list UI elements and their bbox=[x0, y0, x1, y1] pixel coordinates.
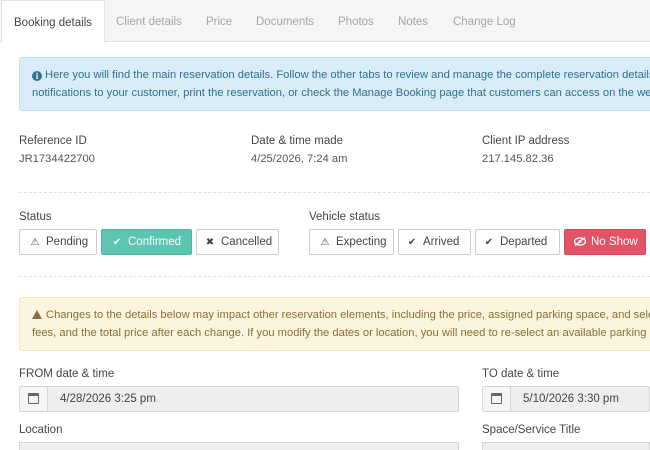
to-date-label: TO date & time bbox=[482, 368, 560, 380]
divider bbox=[19, 192, 650, 193]
divider bbox=[19, 276, 650, 277]
vehicle-arrived-button[interactable]: ✔ Arrived bbox=[398, 229, 471, 255]
tab-change-log[interactable]: Change Log bbox=[453, 0, 516, 42]
tab-documents[interactable]: Documents bbox=[256, 0, 314, 42]
info-text-1: Here you will find the main reservation … bbox=[45, 69, 650, 81]
location-select[interactable] bbox=[19, 442, 459, 450]
warning-line-2: fees, and the total price after each cha… bbox=[32, 326, 650, 339]
tab-bar: Booking details Client details Price Doc… bbox=[0, 0, 650, 43]
location-label: Location bbox=[19, 424, 63, 436]
client-ip-label: Client IP address bbox=[482, 135, 570, 147]
info-line-2: notifications to your customer, print th… bbox=[32, 86, 650, 99]
calendar-addon[interactable] bbox=[483, 387, 511, 411]
vehicle-expecting-label: Expecting bbox=[336, 236, 387, 248]
vehicle-status-label: Vehicle status bbox=[309, 211, 380, 223]
warning-line-1: Changes to the details below may impact … bbox=[32, 307, 650, 325]
warning-text-1: Changes to the details below may impact … bbox=[46, 309, 650, 321]
vehicle-departed-button[interactable]: ✔ Departed bbox=[475, 229, 560, 255]
reference-id-value: JR1734422700 bbox=[19, 153, 95, 165]
warning-alert: Changes to the details below may impact … bbox=[19, 297, 650, 351]
warning-icon: ⚠ bbox=[30, 237, 40, 248]
tab-booking-details[interactable]: Booking details bbox=[1, 0, 105, 43]
calendar-icon bbox=[491, 393, 502, 404]
vehicle-departed-label: Departed bbox=[500, 236, 548, 248]
vehicle-expecting-button[interactable]: ⚠ Expecting bbox=[309, 229, 394, 255]
tab-photos[interactable]: Photos bbox=[338, 0, 374, 42]
vehicle-no-show-label: No Show bbox=[591, 236, 638, 248]
from-date-label: FROM date & time bbox=[19, 368, 115, 380]
from-date-input[interactable]: 4/28/2026 3:25 pm bbox=[19, 386, 459, 412]
check-icon: ✔ bbox=[112, 237, 122, 248]
from-date-value: 4/28/2026 3:25 pm bbox=[60, 393, 156, 405]
vehicle-arrived-label: Arrived bbox=[423, 236, 460, 248]
space-title-label: Space/Service Title bbox=[482, 424, 581, 436]
status-cancelled-button[interactable]: ✖ Cancelled bbox=[196, 229, 279, 255]
check-icon: ✔ bbox=[484, 237, 494, 248]
warning-icon bbox=[32, 310, 42, 319]
calendar-addon[interactable] bbox=[20, 387, 48, 411]
close-icon: ✖ bbox=[205, 237, 215, 248]
info-line-1: i Here you will find the main reservation… bbox=[32, 67, 650, 85]
status-pending-button[interactable]: ⚠ Pending bbox=[19, 229, 97, 255]
tab-notes[interactable]: Notes bbox=[398, 0, 428, 42]
date-made-label: Date & time made bbox=[251, 135, 344, 147]
tab-price[interactable]: Price bbox=[206, 0, 232, 42]
status-cancelled-label: Cancelled bbox=[221, 236, 273, 248]
status-label: Status bbox=[19, 211, 52, 223]
info-alert: i Here you will find the main reservation… bbox=[19, 57, 650, 111]
date-made-value: 4/25/2026, 7:24 am bbox=[251, 153, 348, 165]
client-ip-value: 217.145.82.36 bbox=[482, 153, 554, 165]
vehicle-no-show-button[interactable]: No Show bbox=[564, 229, 646, 255]
status-pending-label: Pending bbox=[46, 236, 89, 248]
warning-icon: ⚠ bbox=[320, 237, 330, 248]
eye-slash-icon bbox=[573, 231, 587, 255]
info-icon: i bbox=[32, 71, 42, 81]
to-date-input[interactable]: 5/10/2026 3:30 pm bbox=[482, 386, 650, 412]
reference-id-label: Reference ID bbox=[19, 135, 87, 147]
to-date-value: 5/10/2026 3:30 pm bbox=[523, 393, 619, 405]
status-confirmed-label: Confirmed bbox=[128, 236, 182, 248]
calendar-icon bbox=[28, 393, 39, 404]
space-select[interactable] bbox=[482, 442, 650, 450]
status-confirmed-button[interactable]: ✔ Confirmed bbox=[101, 229, 192, 255]
tab-client-details[interactable]: Client details bbox=[116, 0, 182, 42]
check-icon: ✔ bbox=[407, 237, 417, 248]
